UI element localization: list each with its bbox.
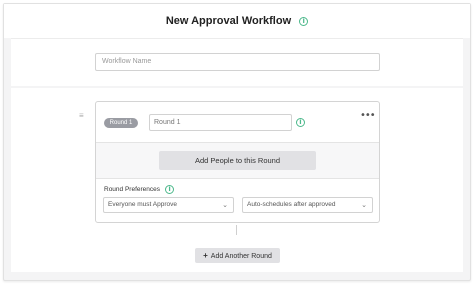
schedule-rule-select[interactable]: Auto-schedules after approved ⌄ [242, 197, 373, 213]
round-name-input[interactable]: Round 1 [149, 114, 292, 131]
workflow-name-section: Workflow Name [11, 38, 463, 86]
approval-rule-select[interactable]: Everyone must Approve ⌄ [103, 197, 234, 213]
round-preferences-label: Round Preferences i [104, 185, 175, 194]
round-header: Round 1 Round 1 i ••• [96, 102, 379, 142]
round-card: Round 1 Round 1 i ••• Add People to this… [95, 101, 380, 223]
round-info-icon[interactable]: i [296, 118, 305, 127]
info-icon[interactable]: i [299, 16, 309, 26]
modal-header: New Approval Workflow i [4, 4, 470, 38]
plus-icon: + [203, 251, 208, 260]
workflow-name-input[interactable]: Workflow Name [95, 53, 380, 71]
add-another-round-button[interactable]: + Add Another Round [195, 248, 280, 263]
round-connector [236, 225, 237, 235]
more-options-icon[interactable]: ••• [360, 110, 376, 121]
round-preferences-text: Round Preferences [104, 186, 161, 193]
chevron-down-icon: ⌄ [222, 201, 228, 209]
add-people-button[interactable]: Add People to this Round [159, 151, 316, 170]
round-badge: Round 1 [104, 118, 138, 128]
page-title: New Approval Workflow [165, 15, 292, 27]
preferences-info-icon[interactable]: i [165, 185, 175, 194]
schedule-rule-value: Auto-schedules after approved [247, 201, 336, 208]
add-people-zone: Add People to this Round [96, 142, 379, 179]
drag-handle-icon[interactable]: ≡ [79, 112, 87, 120]
add-round-label: Add Another Round [210, 253, 272, 260]
approval-rule-value: Everyone must Approve [108, 201, 178, 208]
chevron-down-icon: ⌄ [361, 201, 367, 209]
rounds-section: ≡ Round 1 Round 1 i ••• Add People to th… [11, 88, 463, 272]
